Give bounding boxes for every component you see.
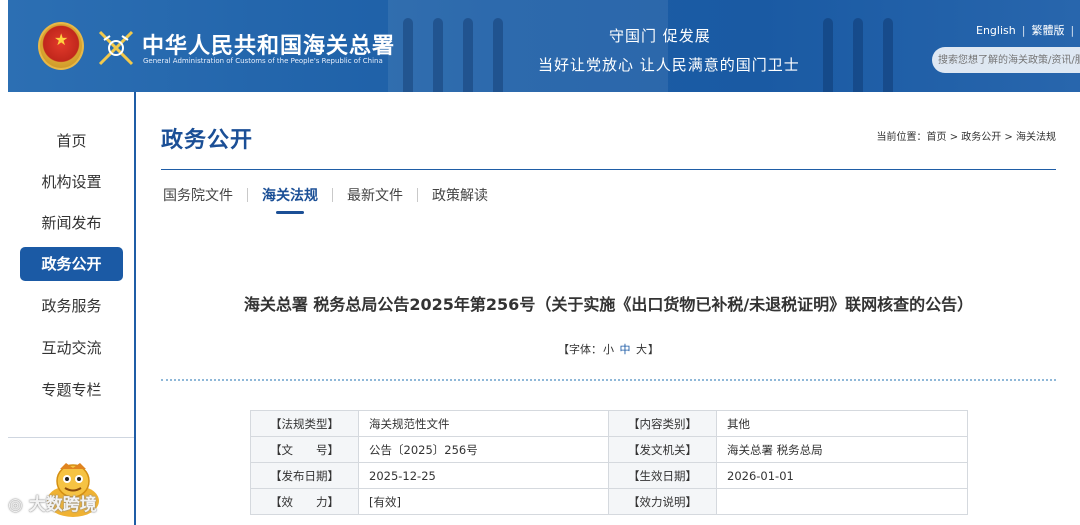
header-column-decoration [853,18,863,92]
divider: | [1070,24,1075,37]
table-row: 【法规类型】 海关规范性文件 【内容类别】 其他 [250,410,968,437]
table-row: 【文 号】 公告〔2025〕256号 【发文机关】 海关总署 税务总局 [250,436,968,463]
font-size-medium-button[interactable]: 中 [620,343,631,356]
sidebar-item-government-affairs[interactable]: 政务公开 [20,247,123,281]
meta-label: 【文 号】 [250,436,359,463]
traditional-chinese-link[interactable]: 繁體版 [1031,24,1064,37]
slogan-line-2: 当好让党放心 让人民满意的国门卫士 [538,56,800,74]
slogan-line-1: 守国门 促发展 [609,27,711,45]
tab-divider [247,188,248,202]
meta-label: 【发文机关】 [608,436,717,463]
font-size-selector: 【字体：小 中 大】 [161,341,1056,357]
site-header: 中华人民共和国海关总署 General Administration of Cu… [8,0,1080,92]
site-subtitle: General Administration of Customs of the… [143,57,383,65]
header-column-decoration [883,18,893,92]
meta-value: [有效] [358,488,609,515]
font-size-large-button[interactable]: 大 [636,343,647,356]
divider: | [1021,24,1026,37]
tab-divider [417,188,418,202]
sidebar-divider [8,437,134,438]
sidebar-item-home[interactable]: 首页 [20,124,123,158]
tab-divider [332,188,333,202]
header-column-decoration [463,18,473,92]
tab-policy-interpretation[interactable]: 政策解读 [430,185,490,205]
language-bar: English|繁體版|无障 [976,22,1080,38]
header-building-decoration [388,0,668,92]
meta-label: 【效力说明】 [608,488,717,515]
meta-value: 2026-01-01 [716,462,968,489]
customs-logo-icon[interactable] [96,28,136,68]
page-title: 政务公开 [161,127,254,153]
tab-customs-regulations[interactable]: 海关法规 [260,185,320,214]
meta-value: 海关总署 税务总局 [716,436,968,463]
meta-label: 【内容类别】 [608,410,717,437]
font-size-prefix: 【字体： [558,343,602,356]
site-title[interactable]: 中华人民共和国海关总署 [142,28,395,60]
sidebar-item-news[interactable]: 新闻发布 [20,206,123,240]
meta-label: 【效 力】 [250,488,359,515]
font-size-small-button[interactable]: 小 [603,343,614,356]
english-link[interactable]: English [976,24,1016,37]
search-input[interactable] [932,47,1080,73]
sidebar-item-government-services[interactable]: 政务服务 [20,289,123,323]
left-sidebar: 首页 机构设置 新闻发布 政务公开 政务服务 互动交流 专题专栏 [8,92,136,525]
meta-value: 其他 [716,410,968,437]
section-tabs: 国务院文件 海关法规 最新文件 政策解读 [161,185,490,215]
title-divider [161,169,1056,170]
dotted-divider [161,379,1056,381]
meta-value: 2025-12-25 [358,462,609,489]
sidebar-item-organization[interactable]: 机构设置 [20,165,123,199]
meta-value: 海关规范性文件 [358,410,609,437]
tab-state-council-documents[interactable]: 国务院文件 [161,185,235,205]
table-row: 【发布日期】 2025-12-25 【生效日期】 2026-01-01 [250,462,968,489]
header-column-decoration [403,18,413,92]
tab-latest-documents[interactable]: 最新文件 [345,185,405,205]
breadcrumb[interactable]: 当前位置：首页 > 政务公开 > 海关法规 [877,128,1056,143]
font-size-suffix: 】 [648,343,659,356]
document-title: 海关总署 税务总局公告2025年第256号（关于实施《出口货物已补税/未退税证明… [243,295,974,314]
meta-label: 【生效日期】 [608,462,717,489]
sidebar-item-special-topics[interactable]: 专题专栏 [20,373,123,407]
header-column-decoration [433,18,443,92]
watermark-text: ◎ 大数跨境 [8,495,97,515]
sidebar-item-interaction[interactable]: 互动交流 [20,331,123,365]
header-column-decoration [493,18,503,92]
table-row: 【效 力】 [有效] 【效力说明】 [250,488,968,515]
national-emblem-icon[interactable] [38,22,84,70]
meta-label: 【发布日期】 [250,462,359,489]
meta-value: 公告〔2025〕256号 [358,436,609,463]
header-column-decoration [823,18,833,92]
meta-label: 【法规类型】 [250,410,359,437]
document-metadata-table: 【法规类型】 海关规范性文件 【内容类别】 其他 【文 号】 公告〔2025〕2… [250,410,968,515]
meta-value [716,488,968,515]
